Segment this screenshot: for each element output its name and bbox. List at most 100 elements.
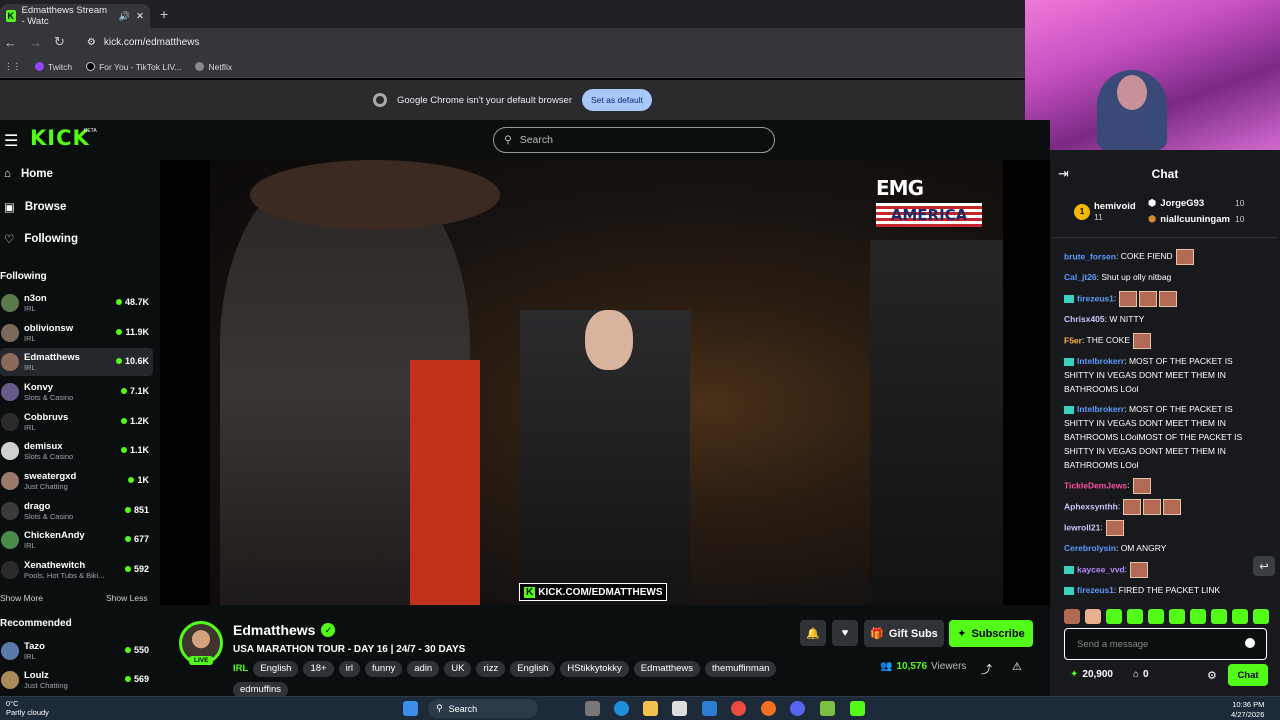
chat-username[interactable]: Intelbrokerr — [1077, 404, 1124, 414]
chrome-taskbar-icon[interactable] — [731, 701, 746, 716]
kick-logo[interactable]: KICK — [30, 126, 90, 150]
kick-taskbar-icon[interactable] — [850, 701, 865, 716]
mail-icon[interactable] — [702, 701, 717, 716]
stream-tag[interactable]: Edmatthews — [633, 661, 701, 677]
quick-emote-icon[interactable] — [1127, 609, 1143, 624]
search-input[interactable]: ⚲ Search — [493, 127, 775, 153]
chat-username[interactable]: firezeus1 — [1077, 585, 1114, 595]
weather-widget[interactable]: 0°C Partly cloudy — [6, 699, 49, 717]
stream-tag[interactable]: English — [510, 661, 556, 677]
chat-message-input[interactable]: Send a message — [1064, 628, 1267, 660]
chat-username[interactable]: kaycee_vvd — [1077, 564, 1125, 574]
report-icon[interactable]: ⚠ — [1012, 660, 1022, 673]
quick-emote-icon[interactable] — [1064, 609, 1080, 624]
following-item[interactable]: Edmatthews IRL 10.6K — [0, 348, 153, 376]
channel-points[interactable]: ✦ 20,900 — [1070, 669, 1113, 680]
quick-emote-icon[interactable] — [1190, 609, 1206, 624]
stream-tag[interactable]: themuffinman — [705, 661, 777, 677]
show-less-link[interactable]: Show Less — [106, 593, 148, 603]
follow-heart-icon[interactable]: ♥ — [832, 620, 858, 646]
chat-message[interactable]: kaycee_vvd: — [1064, 562, 1264, 578]
following-item[interactable]: Cobbruvs IRL 1.2K — [0, 408, 153, 436]
scroll-to-bottom-icon[interactable]: ↩ — [1253, 556, 1275, 576]
stream-tag[interactable]: 18+ — [303, 661, 334, 677]
task-view-icon[interactable] — [585, 701, 600, 716]
stream-tag[interactable]: funny — [365, 661, 403, 677]
chat-message[interactable]: Intelbrokerr: MOST OF THE PACKET IS SHIT… — [1064, 402, 1264, 472]
file-explorer-icon[interactable] — [643, 701, 658, 716]
quick-emote-icon[interactable] — [1211, 609, 1227, 624]
chat-message[interactable]: firezeus1: FIRED THE PACKET LINK — [1064, 583, 1264, 597]
chat-message[interactable]: lewroll21: — [1064, 520, 1264, 536]
recommended-item[interactable]: Tazo IRL 550 — [0, 637, 153, 665]
bookmark-twitch[interactable]: Twitch — [35, 62, 72, 72]
system-clock[interactable]: 10:36 PM 4/27/2026 — [1231, 700, 1264, 720]
chat-username[interactable]: Cerebrolysin — [1064, 543, 1116, 553]
leader-2[interactable]: ⬢ JorgeG93 — [1148, 198, 1204, 209]
edge-icon[interactable] — [614, 701, 629, 716]
chat-message[interactable]: Intelbrokerr: MOST OF THE PACKET IS SHIT… — [1064, 354, 1264, 396]
stream-tag[interactable]: UK — [444, 661, 472, 677]
quick-emote-icon[interactable] — [1169, 609, 1185, 624]
chat-message[interactable]: Chrisx405: W NITTY — [1064, 312, 1264, 326]
chat-username[interactable]: Intelbrokerr — [1077, 356, 1124, 366]
emoji-picker-icon[interactable] — [1245, 638, 1255, 648]
following-item[interactable]: n3on IRL 48.7K — [0, 289, 153, 317]
set-default-button[interactable]: Set as default — [582, 89, 652, 111]
leader-3[interactable]: ⬢ niallcuuningam — [1148, 214, 1230, 225]
chat-username[interactable]: TickleDemJews — [1064, 480, 1127, 490]
chat-username[interactable]: brute_forsen — [1064, 251, 1116, 261]
chat-username[interactable]: lewroll21 — [1064, 522, 1100, 532]
browser-tab[interactable]: K Edmatthews Stream - Watc 🔊 ✕ — [0, 4, 150, 28]
recommended-item[interactable]: Loulz Just Chatting 569 — [0, 666, 153, 694]
share-icon[interactable]: ⤴ — [981, 661, 992, 677]
secondary-points[interactable]: ⌂ 0 — [1133, 669, 1149, 680]
stream-tag[interactable]: English — [253, 661, 299, 677]
notification-bell-icon[interactable]: 🔔 — [800, 620, 826, 646]
chat-username[interactable]: firezeus1 — [1077, 293, 1114, 303]
following-item[interactable]: sweatergxd Just Chatting 1K — [0, 467, 153, 495]
nav-following[interactable]: ♡ Following — [4, 232, 78, 246]
stream-tag[interactable]: HStikkytokky — [560, 661, 629, 677]
close-tab-icon[interactable]: ✕ — [136, 11, 144, 22]
url-field[interactable]: ⚙ kick.com/edmatthews — [87, 37, 200, 48]
chat-message[interactable]: brute_forsen: COKE FIEND — [1064, 249, 1264, 265]
chat-message[interactable]: Aphexsynthh: — [1064, 499, 1264, 515]
following-item[interactable]: drago Slots & Casino 851 — [0, 497, 153, 525]
following-item[interactable]: ChickenAndy IRL 677 — [0, 526, 153, 554]
nav-home[interactable]: ⌂ Home — [4, 168, 53, 180]
nav-browse[interactable]: ▣ Browse — [4, 200, 66, 214]
quick-emote-icon[interactable] — [1085, 609, 1101, 624]
bookmark-netflix[interactable]: Netflix — [195, 62, 232, 72]
apps-icon[interactable]: ⋮⋮ — [4, 61, 21, 72]
quick-emote-icon[interactable] — [1106, 609, 1122, 624]
chat-username[interactable]: F5er — [1064, 335, 1082, 345]
following-item[interactable]: Xenathewitch Pools, Hot Tubs & Biki... 592 — [0, 556, 153, 584]
chat-username[interactable]: Aphexsynthh — [1064, 501, 1118, 511]
app-icon[interactable] — [761, 701, 776, 716]
site-info-icon[interactable]: ⚙ — [87, 37, 96, 48]
following-item[interactable]: Konvy Slots & Casino 7.1K — [0, 378, 153, 406]
chat-message[interactable]: F5er: THE COKE — [1064, 333, 1264, 349]
chat-username[interactable]: Chrisx405 — [1064, 314, 1105, 324]
send-chat-button[interactable]: Chat — [1228, 664, 1268, 686]
quick-emote-icon[interactable] — [1232, 609, 1248, 624]
show-more-link[interactable]: Show More — [0, 593, 43, 603]
quick-emote-icon[interactable] — [1148, 609, 1164, 624]
stream-tag[interactable]: rizz — [476, 661, 506, 677]
chat-username[interactable]: Cal_jt26 — [1064, 272, 1097, 282]
streamer-name[interactable]: Edmatthews ✓ — [233, 622, 336, 638]
stream-tag[interactable]: irl — [338, 661, 360, 677]
windows-start-icon[interactable] — [403, 701, 418, 716]
quick-emote-icon[interactable] — [1253, 609, 1269, 624]
hamburger-menu-icon[interactable]: ☰ — [4, 131, 18, 151]
chat-message[interactable]: Cal_jt26: Shut up olly nitbag — [1064, 270, 1264, 284]
subscribe-button[interactable]: ✦ Subscribe — [949, 620, 1033, 647]
chat-message[interactable]: TickleDemJews: — [1064, 478, 1264, 494]
xbox-icon[interactable] — [820, 701, 835, 716]
category-link[interactable]: IRL — [233, 661, 248, 677]
back-icon[interactable]: ← — [4, 35, 17, 50]
discord-icon[interactable] — [790, 701, 805, 716]
new-tab-button[interactable]: + — [160, 6, 168, 22]
audio-icon[interactable]: 🔊 — [119, 11, 130, 22]
